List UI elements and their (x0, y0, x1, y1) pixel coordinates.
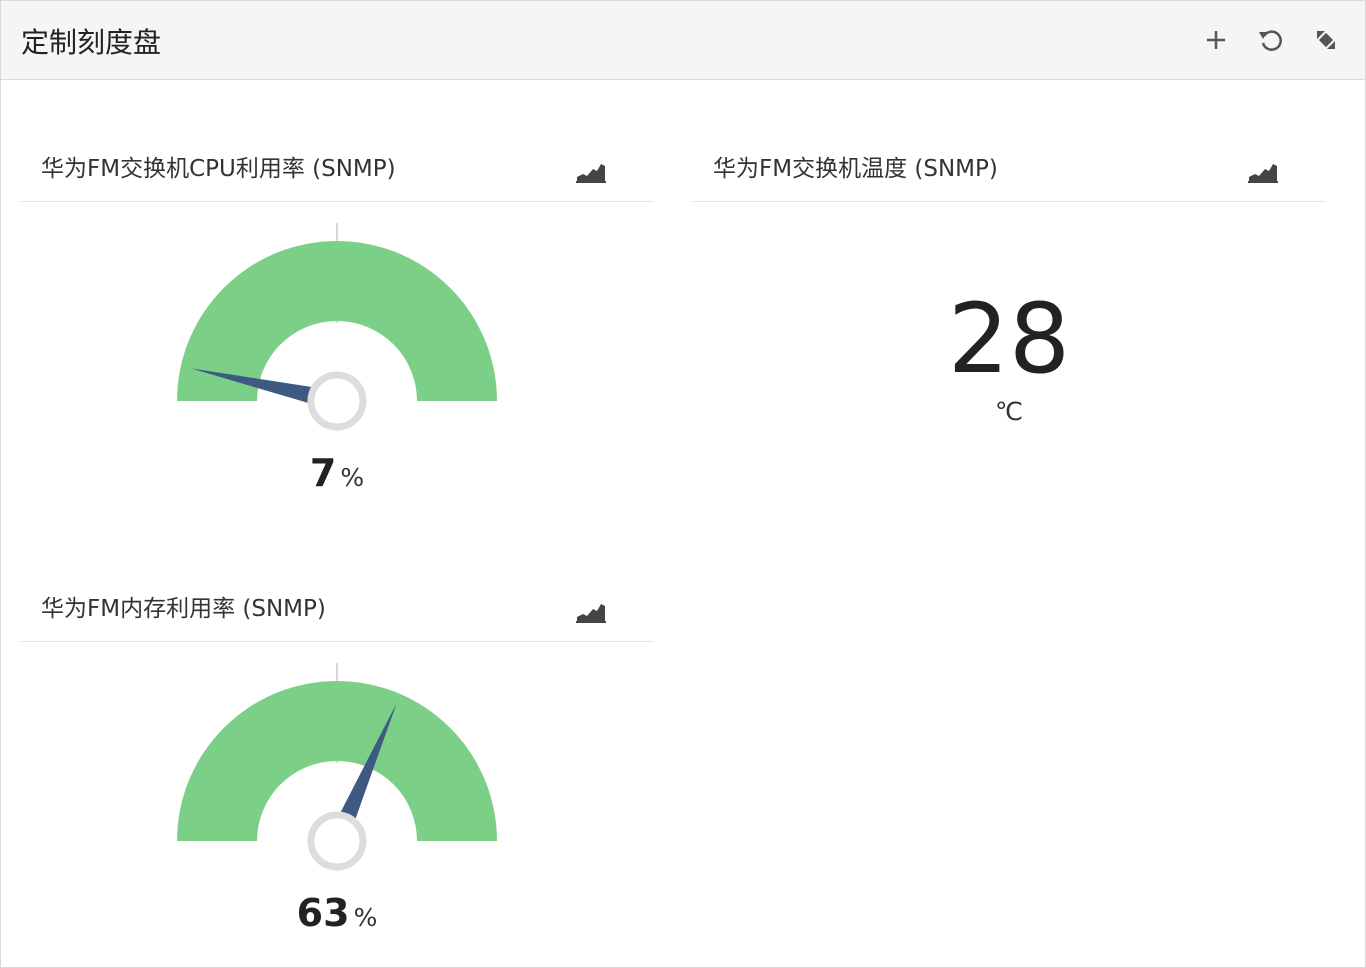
gauge-readout: 7% (21, 451, 653, 495)
gauge-hub (307, 371, 367, 431)
temperature-value: 28 (947, 283, 1071, 395)
plus-icon (1207, 31, 1225, 49)
gauge-value: 7 (309, 451, 337, 495)
chart-button[interactable] (1245, 155, 1281, 185)
panel-title: 定制刻度盘 (21, 26, 162, 59)
widget-header: 华为FM交换机温度 (SNMP) (693, 141, 1325, 202)
area-chart-icon (1248, 164, 1278, 183)
widget-temperature: 华为FM交换机温度 (SNMP) 28 ℃ (693, 141, 1325, 521)
gauge-cpu (177, 223, 497, 431)
collapse-button[interactable] (1311, 25, 1341, 55)
gauge-readout: 63% (21, 891, 653, 935)
temperature-unit: ℃ (994, 397, 1024, 426)
refresh-icon (1259, 30, 1282, 51)
widget-title: 华为FM交换机温度 (SNMP) (713, 156, 998, 182)
gauge-unit: % (340, 463, 365, 492)
widget-memory: 华为FM内存利用率 (SNMP) 63% (21, 581, 653, 961)
panel-header: 定制刻度盘 (1, 1, 1365, 80)
collapse-icon (1317, 31, 1335, 49)
gauge-unit: % (353, 903, 378, 932)
dashboard-panel: 定制刻度盘 华为FM交换机CPU利用率 (SNMP) 7 % 华为FM交换机温度… (0, 0, 1366, 968)
widget-cpu: 华为FM交换机CPU利用率 (SNMP) 7% (21, 141, 653, 521)
refresh-button[interactable] (1256, 25, 1286, 55)
gauge-memory (177, 663, 497, 871)
add-button[interactable] (1201, 25, 1231, 55)
gauge-value: 63 (296, 891, 350, 935)
gauge-hub (307, 811, 367, 871)
